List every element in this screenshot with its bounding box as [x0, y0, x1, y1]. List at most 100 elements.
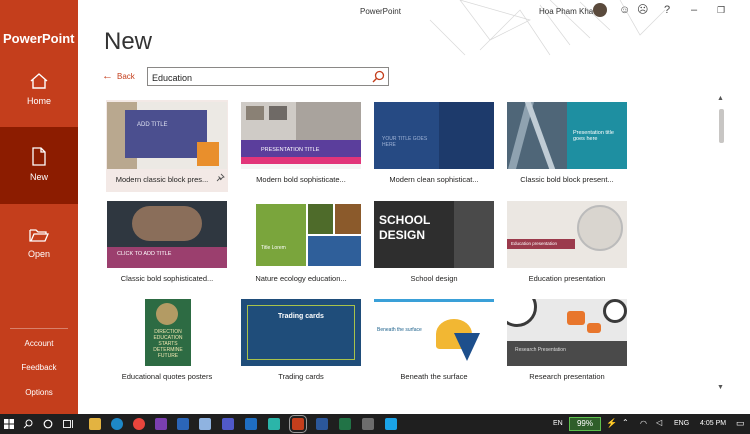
smile-icon[interactable]: ☺: [619, 4, 630, 16]
template-card[interactable]: Presentation title goes here Classic bol…: [506, 100, 628, 192]
back-label: Back: [117, 71, 135, 81]
template-label: Beneath the surface: [400, 372, 468, 381]
template-label: Trading cards: [278, 372, 324, 381]
scroll-up-icon[interactable]: ▲: [717, 95, 724, 102]
onenote-app-icon[interactable]: [155, 418, 167, 430]
template-thumbnail: CLICK TO ADD TITLE: [107, 201, 227, 268]
sidebar-item-account[interactable]: Account: [0, 339, 78, 348]
thumb-title: Trading cards: [278, 313, 324, 320]
sidebar-item-new[interactable]: New: [0, 127, 78, 204]
template-card[interactable]: PRESENTATION TITLE Modern bold sophistic…: [240, 100, 362, 192]
wifi-icon[interactable]: ◠: [640, 419, 647, 428]
pin-icon[interactable]: [216, 173, 225, 182]
windows-start-icon[interactable]: [4, 419, 14, 429]
excel-app-icon[interactable]: [339, 418, 351, 430]
word-app-icon[interactable]: [316, 418, 328, 430]
search-input[interactable]: [148, 69, 366, 87]
template-label: Nature ecology education...: [255, 274, 347, 283]
back-button[interactable]: ← Back: [102, 71, 135, 82]
window-title: PowerPoint: [360, 7, 401, 16]
minimize-icon[interactable]: –: [691, 4, 697, 16]
template-card[interactable]: YOUR TITLE GOES HERE Modern clean sophis…: [373, 100, 495, 192]
volume-icon[interactable]: ◁: [656, 418, 662, 427]
frown-icon[interactable]: ☹: [637, 4, 648, 16]
template-thumbnail: Education presentation: [507, 201, 627, 268]
template-thumbnail: Research Presentation: [507, 299, 627, 366]
power-plug-icon: ⚡: [606, 418, 618, 428]
avatar[interactable]: [593, 3, 607, 17]
user-name[interactable]: Hoa Pham Khac: [539, 7, 597, 16]
template-card[interactable]: Trading cards Trading cards: [240, 297, 362, 389]
file-explorer-icon[interactable]: [89, 418, 101, 430]
input-language[interactable]: ENG: [674, 420, 689, 427]
thumb-title: Title Lorem: [261, 245, 286, 251]
taskbar-search-icon[interactable]: [23, 419, 33, 429]
sidebar-item-feedback[interactable]: Feedback: [0, 363, 78, 372]
battery-indicator[interactable]: 99%: [569, 417, 601, 431]
template-card[interactable]: CLICK TO ADD TITLE Classic bold sophisti…: [106, 199, 228, 291]
template-thumbnail: DIRECTION EDUCATION STARTS DETERMINE FUT…: [107, 299, 227, 366]
chrome-browser-icon[interactable]: [133, 418, 145, 430]
store-app-icon[interactable]: [177, 418, 189, 430]
outlook-app-icon[interactable]: [245, 418, 257, 430]
template-thumbnail: Presentation title goes here: [507, 102, 627, 169]
template-label: Modern clean sophisticat...: [389, 175, 479, 184]
thumb-title: Presentation title goes here: [573, 130, 614, 142]
teams-app-icon[interactable]: [222, 418, 234, 430]
page-title: New: [104, 28, 153, 55]
chevron-up-icon[interactable]: ⌃: [622, 418, 629, 427]
edge-browser-icon[interactable]: [111, 418, 123, 430]
help-icon[interactable]: ?: [664, 4, 670, 16]
template-card[interactable]: Education presentation Education present…: [506, 199, 628, 291]
scroll-thumb[interactable]: [719, 109, 724, 143]
new-document-icon: [32, 147, 46, 166]
template-label: Classic bold sophisticated...: [120, 274, 214, 283]
home-icon: [30, 73, 48, 89]
thumb-title: DIRECTION EDUCATION STARTS DETERMINE FUT…: [153, 329, 183, 359]
template-thumbnail: PRESENTATION TITLE: [241, 102, 361, 169]
app-icon[interactable]: [268, 418, 280, 430]
sidebar-item-open[interactable]: Open: [0, 205, 78, 275]
template-thumbnail: ADD TITLE: [107, 102, 227, 169]
thumb-title: Beneath the surface: [377, 327, 422, 333]
template-thumbnail: Beneath the surface: [374, 299, 494, 366]
sidebar-item-label: Home: [26, 96, 51, 106]
search-box[interactable]: [147, 67, 389, 87]
restore-icon[interactable]: ❐: [717, 4, 725, 16]
language-indicator[interactable]: EN: [553, 420, 563, 427]
template-label: Modern classic block pres...: [115, 175, 209, 184]
taskbar: EN 99% ⚡ ⌃ ◠ ◁ ENG 4:05 PM ▭: [0, 414, 750, 434]
template-label: Research presentation: [529, 372, 605, 381]
thumb-title: Research Presentation: [515, 347, 566, 353]
sidebar-item-label: New: [29, 172, 48, 182]
template-label: Classic bold block present...: [520, 175, 614, 184]
thumb-title: CLICK TO ADD TITLE: [117, 251, 172, 257]
template-card[interactable]: Research Presentation Research presentat…: [506, 297, 628, 389]
sidebar-item-options[interactable]: Options: [0, 388, 78, 397]
template-card[interactable]: ADD TITLE Modern classic block pres...: [106, 100, 228, 192]
folder-open-icon: [29, 229, 49, 242]
powerpoint-app-icon[interactable]: [289, 415, 307, 433]
photos-app-icon[interactable]: [199, 418, 211, 430]
cortana-icon[interactable]: [43, 419, 53, 429]
template-card[interactable]: Title Lorem Nature ecology education...: [240, 199, 362, 291]
template-card[interactable]: SCHOOL DESIGN School design: [373, 199, 495, 291]
clock[interactable]: 4:05 PM: [700, 420, 726, 427]
app-icon[interactable]: [362, 418, 374, 430]
template-thumbnail: Title Lorem: [241, 201, 361, 268]
app-icon[interactable]: [385, 418, 397, 430]
scroll-down-icon[interactable]: ▼: [717, 384, 724, 391]
search-icon[interactable]: [372, 70, 385, 83]
thumb-title: SCHOOL DESIGN: [379, 213, 431, 242]
sidebar-item-home[interactable]: Home: [0, 64, 78, 126]
template-card[interactable]: Beneath the surface Beneath the surface: [373, 297, 495, 389]
sidebar-item-label: Open: [27, 249, 51, 259]
template-label: Educational quotes posters: [121, 372, 213, 381]
notification-icon[interactable]: ▭: [736, 418, 745, 429]
template-thumbnail: YOUR TITLE GOES HERE: [374, 102, 494, 169]
template-card[interactable]: DIRECTION EDUCATION STARTS DETERMINE FUT…: [106, 297, 228, 389]
thumb-title: ADD TITLE: [137, 122, 168, 128]
template-label: Education presentation: [528, 274, 606, 283]
task-view-icon[interactable]: [63, 419, 74, 429]
scrollbar[interactable]: ▲ ▼: [716, 95, 726, 395]
